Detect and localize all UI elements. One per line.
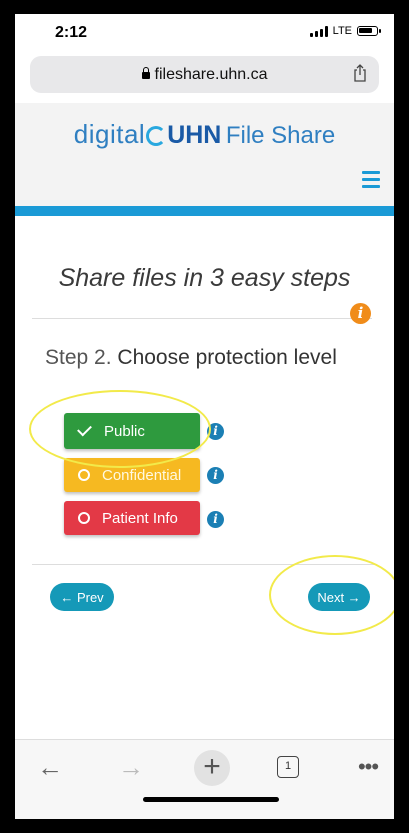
site-header: digital UHN File Share bbox=[15, 103, 394, 206]
browser-toolbar: ← → + 1 ••• bbox=[15, 739, 394, 819]
logo-text-digital: digital bbox=[73, 119, 146, 149]
new-tab-plus-icon[interactable]: + bbox=[194, 750, 230, 786]
status-indicators: LTE bbox=[309, 25, 381, 37]
step-title-text: Choose protection level bbox=[117, 346, 337, 369]
patient-info-level-button[interactable]: Patient Info bbox=[64, 501, 200, 535]
signal-icon bbox=[309, 25, 328, 37]
status-bar: 2:12 LTE bbox=[15, 14, 394, 50]
prev-button[interactable]: ← Prev bbox=[50, 583, 114, 611]
address-bar[interactable]: fileshare.uhn.ca bbox=[30, 56, 379, 93]
logo-text-uhn: UHN bbox=[167, 121, 222, 149]
radio-circle-icon bbox=[78, 512, 90, 524]
page-heading: Share files in 3 easy steps bbox=[58, 264, 351, 292]
network-label: LTE bbox=[332, 25, 352, 37]
hamburger-menu-icon[interactable] bbox=[362, 171, 380, 192]
confidential-info-icon[interactable]: i bbox=[207, 467, 224, 484]
phone-screen: 2:12 LTE fileshare.uhn.ca digital UHN Fil… bbox=[15, 14, 394, 819]
help-info-icon[interactable]: i bbox=[350, 303, 371, 324]
battery-icon bbox=[357, 26, 381, 36]
step-number: Step 2. bbox=[45, 346, 112, 369]
step-title: Step 2. Choose protection level bbox=[45, 346, 337, 370]
highlight-circle-public bbox=[29, 390, 211, 468]
site-logo[interactable]: digital UHN File Share bbox=[15, 119, 394, 150]
more-options-icon[interactable]: ••• bbox=[353, 753, 383, 783]
url-text: fileshare.uhn.ca bbox=[154, 65, 268, 83]
share-icon[interactable] bbox=[353, 64, 367, 82]
back-arrow-icon[interactable]: ← bbox=[35, 753, 65, 783]
status-time: 2:12 bbox=[55, 24, 88, 41]
forward-arrow-icon[interactable]: → bbox=[116, 753, 146, 783]
divider bbox=[32, 318, 372, 319]
tabs-icon[interactable]: 1 bbox=[277, 756, 299, 778]
logo-text-fileshare: File Share bbox=[225, 122, 336, 149]
logo-swirl-icon bbox=[146, 126, 167, 146]
radio-circle-icon bbox=[78, 469, 90, 481]
patient-info-info-icon[interactable]: i bbox=[207, 511, 224, 528]
level-label: Confidential bbox=[102, 466, 182, 484]
lock-icon bbox=[141, 67, 150, 79]
highlight-circle-next bbox=[269, 555, 394, 635]
header-accent-bar bbox=[15, 206, 394, 216]
level-label: Patient Info bbox=[102, 509, 178, 527]
home-indicator bbox=[143, 797, 279, 802]
